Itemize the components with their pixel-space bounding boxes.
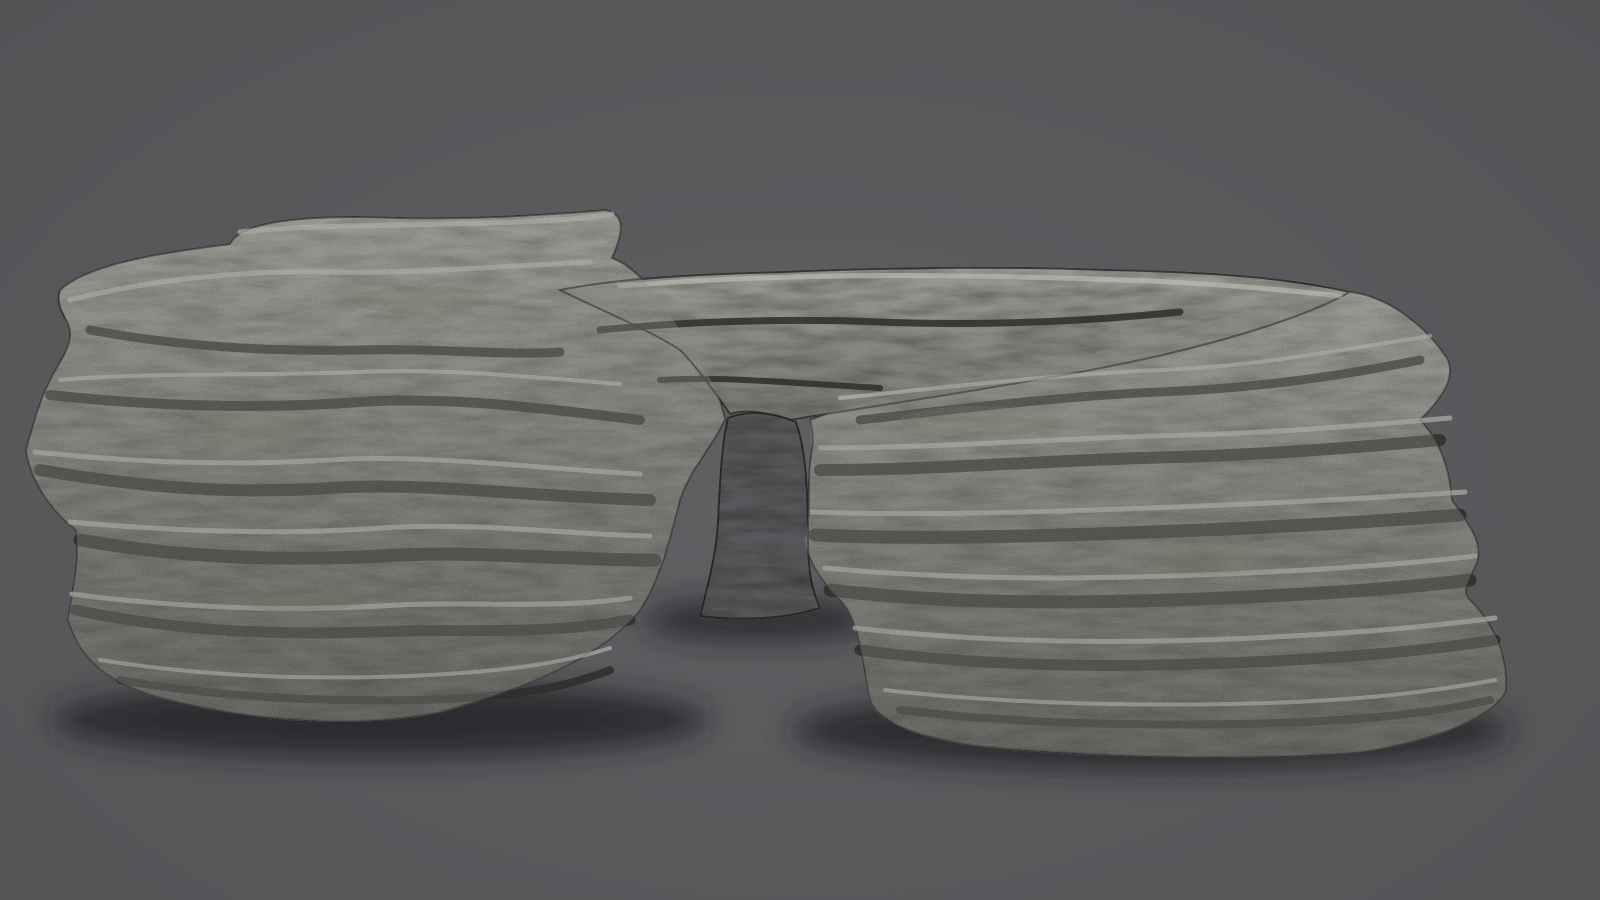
rock-arch-scene bbox=[24, 208, 1510, 770]
render-viewport bbox=[0, 0, 1600, 900]
arch-opening bbox=[698, 412, 822, 620]
